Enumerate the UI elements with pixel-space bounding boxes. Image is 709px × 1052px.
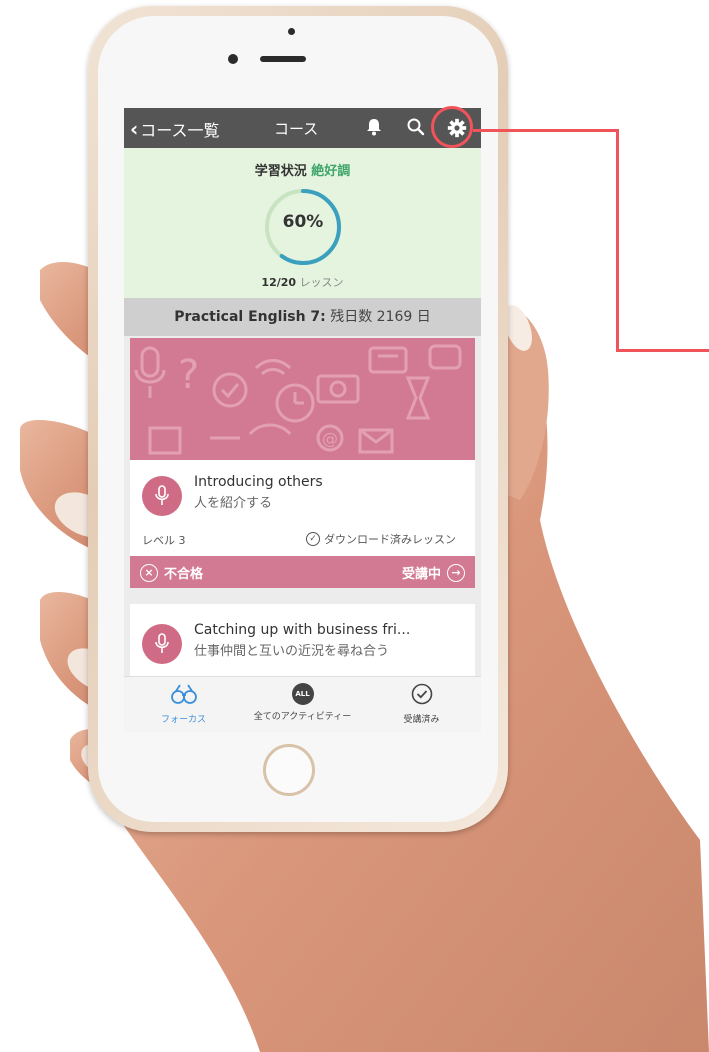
learning-status-panel: 学習状況 絶好調 60% 12/20 レッスン xyxy=(124,148,481,298)
tab-label: フォーカス xyxy=(160,715,206,725)
search-icon[interactable] xyxy=(406,117,426,137)
home-button[interactable] xyxy=(263,744,315,796)
lessons-unit: レッスン xyxy=(299,276,344,289)
result-label: 不合格 xyxy=(164,567,204,582)
all-icon: ALL xyxy=(291,683,314,705)
state-label: 受講中 xyxy=(401,567,441,582)
lesson-title: Catching up with business fri... xyxy=(194,622,411,638)
tab-completed[interactable]: 受講済み xyxy=(362,683,481,725)
bottom-tab-bar: フォーカス ALL 全てのアクティビティー 受講済み xyxy=(124,676,481,732)
lesson-subtitle: 仕事仲間と互いの近況を尋ね合う xyxy=(194,644,390,659)
check-circle-icon xyxy=(411,683,432,705)
progress-percent: 60% xyxy=(282,212,324,232)
days-remaining: 残日数 2169 日 xyxy=(330,309,431,325)
lesson-count: 12/20 レッスン xyxy=(124,274,481,290)
status-rating: 絶好調 xyxy=(311,164,351,179)
back-label: コース一覧 xyxy=(140,121,220,140)
lesson-card[interactable]: Introducing others 人を紹介する レベル 3 ✓ ダウンロード… xyxy=(130,460,475,588)
lesson-subtitle: 人を紹介する xyxy=(194,496,273,511)
course-header: Practical English 7: 残日数 2169 日 xyxy=(124,298,481,336)
proximity-sensor xyxy=(288,28,295,35)
close-circle-icon: × xyxy=(140,563,158,582)
callout-line xyxy=(616,129,619,352)
microphone-icon xyxy=(142,476,182,516)
microphone-icon xyxy=(142,624,182,664)
status-label: 学習状況 xyxy=(254,164,307,179)
bell-icon[interactable] xyxy=(364,117,384,137)
result-status: × 不合格 xyxy=(140,563,203,582)
download-label: ダウンロード済みレッスン xyxy=(324,533,456,546)
status-heading: 学習状況 絶好調 xyxy=(124,160,481,179)
svg-text:@: @ xyxy=(322,429,338,448)
tab-all-activities[interactable]: ALL 全てのアクティビティー xyxy=(243,683,362,722)
continue-button[interactable]: 受講中 → xyxy=(402,563,465,582)
app-screen: ‹ コース一覧 コース 学習状況 絶好調 60% 12/20 レッスン Prac… xyxy=(124,108,481,732)
lessons-done: 12/20 xyxy=(261,276,297,289)
tab-label: 全てのアクティビティー xyxy=(253,712,352,722)
callout-circle xyxy=(431,106,473,148)
lesson-status-bar: × 不合格 受講中 → xyxy=(130,556,475,588)
page-title: コース xyxy=(274,120,319,138)
earpiece-speaker xyxy=(260,56,306,62)
check-circle-icon: ✓ xyxy=(306,532,320,546)
front-camera xyxy=(228,54,238,64)
back-button[interactable]: ‹ コース一覧 xyxy=(130,117,219,141)
svg-text:?: ? xyxy=(178,352,199,398)
callout-line xyxy=(473,129,619,132)
lesson-title: Introducing others xyxy=(194,474,323,490)
lesson-card[interactable]: Catching up with business fri... 仕事仲間と互い… xyxy=(130,604,475,684)
tab-label: 受講済み xyxy=(403,715,440,725)
callout-line xyxy=(616,349,709,352)
binoculars-icon xyxy=(170,684,197,704)
lesson-banner-image: ? @ xyxy=(130,338,475,460)
tab-focus[interactable]: フォーカス xyxy=(124,683,243,725)
chevron-left-icon: ‹ xyxy=(130,117,139,141)
course-name: Practical English 7: xyxy=(174,309,326,325)
downloaded-indicator: ✓ ダウンロード済みレッスン xyxy=(306,531,456,547)
arrow-right-icon: → xyxy=(447,563,465,582)
nav-bar: ‹ コース一覧 コース xyxy=(124,108,481,148)
lesson-level: レベル 3 xyxy=(142,534,186,547)
